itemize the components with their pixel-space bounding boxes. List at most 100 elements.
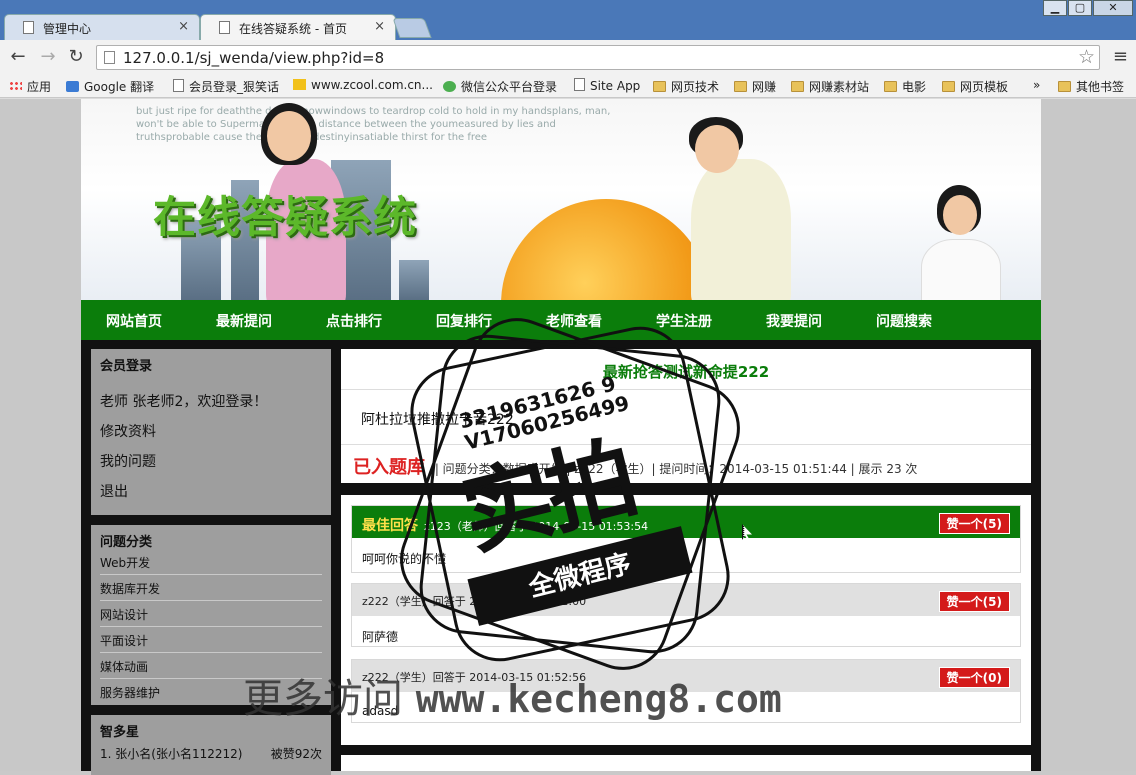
bookmarks-bar: 应用 Google 翻译 会员登录_狠笑话 www.zcool.com.cn..…	[0, 74, 1136, 98]
bookmark-web-tech[interactable]: 网页技术	[653, 78, 719, 95]
best-answer-header: 最佳回答 z123（老师）回答于 2014-03-15 01:53:54 赞一个(…	[352, 506, 1020, 538]
banner-background-text: but just ripe for deaththe desertsnowwin…	[136, 106, 611, 143]
bookmark-other[interactable]: 其他书签	[1058, 78, 1124, 95]
close-tab-icon[interactable]: ×	[374, 19, 385, 34]
reload-icon[interactable]: ↻	[64, 46, 88, 68]
in-library-badge: 已入题库	[353, 457, 425, 478]
nav-latest[interactable]: 最新提问	[216, 311, 272, 331]
folder-icon	[884, 81, 897, 92]
face-graphic	[695, 125, 739, 173]
face-graphic	[943, 195, 977, 235]
login-title: 会员登录	[100, 359, 153, 374]
bookmark-material[interactable]: 网赚素材站	[791, 78, 869, 95]
page-icon	[104, 51, 115, 64]
watermark-url: www.kecheng8.com	[415, 677, 782, 721]
bookmark-wangzhuan[interactable]: 网赚	[734, 78, 776, 95]
folder-icon	[1058, 81, 1071, 92]
best-answer-label: 最佳回答	[362, 518, 418, 534]
next-section	[341, 755, 1031, 771]
question-body: 阿杜拉垃推撒拉卡音222	[361, 412, 514, 428]
nav-search[interactable]: 问题搜索	[876, 311, 932, 331]
page-icon	[23, 21, 34, 34]
ranking-count: 被赞92次	[270, 747, 322, 761]
new-tab-button[interactable]	[392, 18, 432, 38]
nav-click-rank[interactable]: 点击排行	[326, 311, 382, 331]
bookmark-zcool[interactable]: www.zcool.com.cn...	[293, 78, 433, 92]
answer-header-bar: z222（学生）回答于 2014-03-15 01:52:00 赞一个(5)	[352, 584, 1020, 616]
folder-icon	[791, 81, 804, 92]
category-title: 问题分类	[100, 535, 153, 550]
student-boy-figure	[691, 159, 791, 300]
bookmark-apps[interactable]: 应用	[9, 78, 51, 95]
nav-home[interactable]: 网站首页	[106, 311, 162, 331]
minimize-button[interactable]: ▁	[1043, 0, 1067, 16]
like-button[interactable]: 赞一个(0)	[938, 667, 1010, 688]
question-meta-text: | 问题分类：数据库开发 | z222（学生）| 提问时间：2014-03-15…	[434, 462, 918, 476]
close-tab-icon[interactable]: ×	[178, 19, 189, 34]
answer-body: 呵呵你说的不懂	[362, 552, 447, 566]
edit-profile-link[interactable]: 修改资料	[100, 421, 156, 441]
nav-ask[interactable]: 我要提问	[766, 311, 822, 331]
bookmarks-overflow-button[interactable]: »	[1033, 78, 1040, 92]
maximize-button[interactable]: ▢	[1068, 0, 1092, 16]
question-meta: 已入题库 | 问题分类：数据库开发 | z222（学生）| 提问时间：2014-…	[353, 453, 917, 479]
face-graphic	[267, 111, 311, 161]
tab-home[interactable]: 在线答疑系统 - 首页 ×	[200, 14, 396, 40]
bookmark-movie[interactable]: 电影	[884, 78, 926, 95]
welcome-text: 老师 张老师2，欢迎登录！	[100, 394, 268, 410]
folder-icon	[734, 81, 747, 92]
folder-icon	[942, 81, 955, 92]
main-nav: 网站首页 最新提问 点击排行 回复排行 老师查看 学生注册 我要提问 问题搜索	[81, 300, 1041, 340]
page-icon	[219, 21, 230, 34]
bookmark-member-login[interactable]: 会员登录_狠笑话	[173, 78, 279, 95]
ranking-name: 1. 张小名(张小名112212)	[100, 747, 243, 761]
like-button[interactable]: 赞一个(5)	[938, 591, 1010, 612]
answer-item: z222（学生）回答于 2014-03-15 01:52:00 赞一个(5) 阿…	[351, 583, 1021, 647]
answer-body: 阿萨德	[362, 630, 399, 644]
nav-student-register[interactable]: 学生注册	[656, 311, 712, 331]
bookmark-site-app[interactable]: Site App	[574, 78, 640, 93]
nav-reply-rank[interactable]: 回复排行	[436, 311, 492, 331]
title-bar: 管理中心 × 在线答疑系统 - 首页 × ▁ ▢ ✕	[0, 0, 1136, 40]
category-item[interactable]: Web开发	[100, 549, 322, 575]
google-translate-icon	[66, 81, 79, 92]
logout-link[interactable]: 退出	[100, 481, 128, 501]
globe-graphic	[501, 199, 711, 300]
nav-teacher[interactable]: 老师查看	[546, 311, 602, 331]
site-logo: 在线答疑系统	[153, 193, 417, 243]
bookmark-templates[interactable]: 网页模板	[942, 78, 1008, 95]
ranking-item[interactable]: 1. 张小名(张小名112212) 被赞92次	[100, 745, 322, 762]
watermark-cn: 更多访问	[243, 676, 403, 722]
page-viewport: but just ripe for deaththe desertsnowwin…	[0, 99, 1136, 775]
bookmark-star-icon[interactable]: ☆	[1078, 46, 1095, 68]
watermark-text: 更多访问 www.kecheng8.com	[243, 666, 782, 724]
address-bar[interactable]: 127.0.0.1/sj_wenda/view.php?id=8 ☆	[96, 45, 1100, 70]
close-window-button[interactable]: ✕	[1093, 0, 1133, 16]
bookmark-wechat[interactable]: 微信公众平台登录	[443, 78, 557, 95]
menu-icon[interactable]: ≡	[1113, 46, 1128, 67]
tab-label: 在线答疑系统 - 首页	[239, 22, 347, 36]
page-icon	[173, 79, 184, 92]
answer-header: z222（学生）回答于 2014-03-15 01:52:00	[362, 595, 587, 608]
category-item[interactable]: 网站设计	[100, 601, 322, 627]
browser-window: 管理中心 × 在线答疑系统 - 首页 × ▁ ▢ ✕ ← → ↻ 127.0.0…	[0, 0, 1136, 775]
student-girl2-figure	[921, 239, 1001, 300]
wechat-icon	[443, 81, 456, 92]
my-questions-link[interactable]: 我的问题	[100, 451, 156, 471]
page-icon	[574, 78, 585, 91]
banner: but just ripe for deaththe desertsnowwin…	[81, 99, 1041, 300]
zcool-icon	[293, 79, 306, 90]
forward-arrow-icon[interactable]: →	[36, 46, 60, 68]
like-button[interactable]: 赞一个(5)	[938, 513, 1010, 534]
category-item[interactable]: 平面设计	[100, 627, 322, 653]
tab-label: 管理中心	[43, 22, 92, 36]
category-item[interactable]: 数据库开发	[100, 575, 322, 601]
url-text: 127.0.0.1/sj_wenda/view.php?id=8	[123, 49, 385, 67]
tab-admin-center[interactable]: 管理中心 ×	[4, 14, 200, 40]
question-box: 最新抢答测试新命提222 阿杜拉垃推撒拉卡音222 已入题库 | 问题分类：数据…	[341, 349, 1031, 483]
bookmark-google-translate[interactable]: Google 翻译	[66, 78, 154, 95]
back-arrow-icon[interactable]: ←	[6, 46, 30, 68]
building-graphic	[399, 260, 429, 300]
answer-header: 最佳回答 z123（老师）回答于 2014-03-15 01:53:54	[362, 518, 649, 534]
ranking-box: 智多星 1. 张小名(张小名112212) 被赞92次	[91, 715, 331, 775]
